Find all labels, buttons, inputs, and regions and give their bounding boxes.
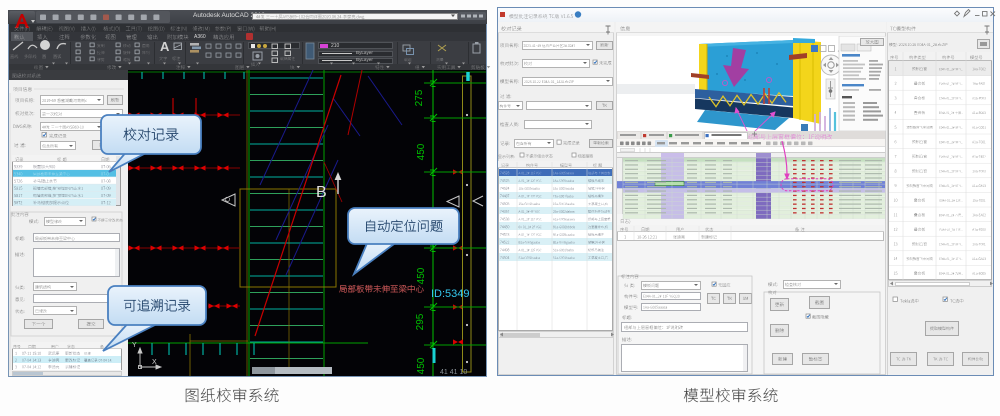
svg-text:450: 450: [416, 143, 427, 160]
svg-text:X: X: [152, 359, 157, 366]
svg-text:41 41 10: 41 41 10: [440, 369, 467, 376]
svg-text:B: B: [316, 184, 327, 201]
svg-text:275: 275: [414, 89, 425, 106]
svg-text:295: 295: [415, 313, 426, 330]
svg-text:Y: Y: [132, 342, 137, 349]
svg-text:450: 450: [416, 267, 427, 284]
svg-text:450: 450: [416, 357, 427, 374]
svg-text:ID:5349: ID:5349: [431, 288, 470, 300]
